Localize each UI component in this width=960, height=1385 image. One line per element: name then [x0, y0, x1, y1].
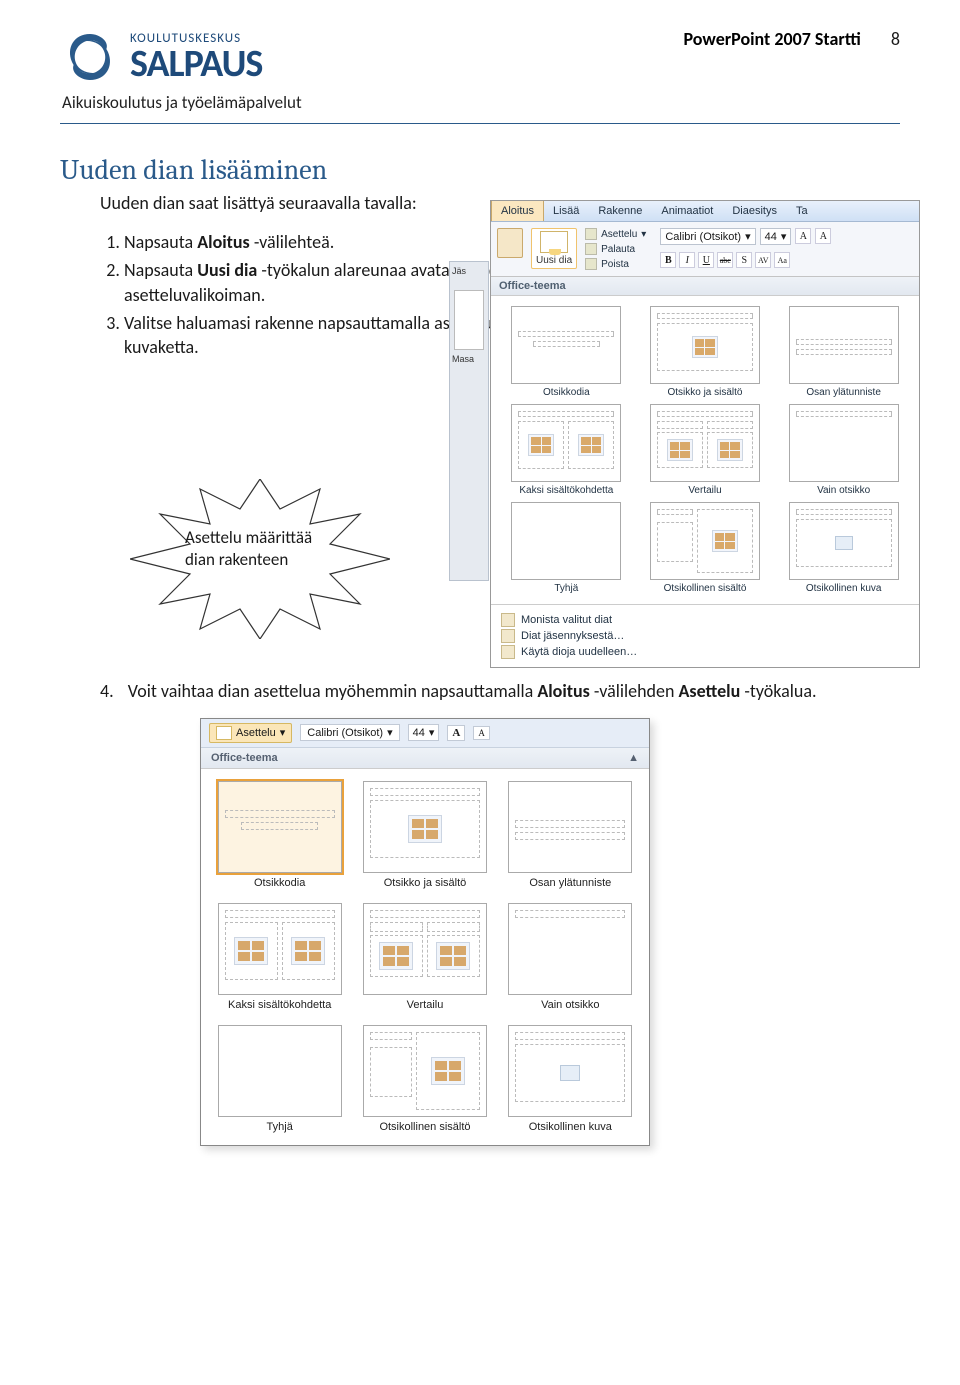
palauta-link[interactable]: Palauta — [585, 243, 646, 255]
starburst-line2: dian rakenteen — [185, 549, 288, 570]
bold-button[interactable]: B — [660, 252, 676, 268]
section-heading: Uuden dian lisääminen — [60, 154, 900, 186]
case-button[interactable]: Aa — [774, 252, 790, 268]
salpaus-swirl-icon — [60, 28, 120, 86]
duplicate-slides-link[interactable]: Monista valitut diat — [501, 613, 909, 627]
tab-animaatiot[interactable]: Animaatiot — [652, 201, 723, 221]
new-slide-icon — [540, 231, 568, 253]
tab-diaesitys[interactable]: Diaesitys — [723, 201, 787, 221]
layout-vertailu[interactable]: Vertailu — [640, 404, 771, 496]
layout-otsikko-sisalto[interactable]: Otsikko ja sisältö — [640, 306, 771, 398]
layout-osan-ylatunniste[interactable]: Osan ylätunniste — [778, 306, 909, 398]
document-title: PowerPoint 2007 Startti — [684, 28, 861, 50]
picture-icon — [560, 1065, 580, 1081]
picture-icon — [835, 536, 853, 550]
duplicate-icon — [501, 613, 515, 627]
layout-otsikollinen-sisalto[interactable]: Otsikollinen sisältö — [640, 502, 771, 594]
layout-menu-footer: Monista valitut diat Diat jäsennyksestä…… — [491, 604, 919, 667]
layout-vain-otsikko[interactable]: Vain otsikko — [504, 903, 637, 1011]
page-number: 8 — [891, 28, 900, 50]
layout-kaksi-sisaltokohdetta[interactable]: Kaksi sisältökohdetta — [501, 404, 632, 496]
italic-button[interactable]: I — [679, 252, 695, 268]
layout-otsikollinen-kuva[interactable]: Otsikollinen kuva — [504, 1025, 637, 1133]
header-divider — [60, 123, 900, 124]
strike-button[interactable]: abc — [717, 252, 733, 268]
tab-rakenne[interactable]: Rakenne — [589, 201, 652, 221]
layout-kaksi-sisaltokohdetta[interactable]: Kaksi sisältökohdetta — [213, 903, 346, 1011]
layout-tyhja[interactable]: Tyhjä — [213, 1025, 346, 1133]
slides-from-outline-link[interactable]: Diat jäsennyksestä… — [501, 629, 909, 643]
reset-icon — [585, 243, 597, 255]
asettelu-link[interactable]: Asettelu ▾ — [585, 228, 646, 240]
screenshot-asettelu-dropdown: Asettelu ▾ Calibri (Otsikot) ▾ 44 ▾ A A … — [60, 718, 650, 1146]
reuse-icon — [501, 645, 515, 659]
page-header: KOULUTUSKESKUS SALPAUS PowerPoint 2007 S… — [60, 28, 900, 86]
layout-vain-otsikko[interactable]: Vain otsikko — [778, 404, 909, 496]
layout-otsikollinen-sisalto[interactable]: Otsikollinen sisältö — [358, 1025, 491, 1133]
shadow-button[interactable]: S — [736, 252, 752, 268]
slide-thumb-mini — [454, 290, 484, 350]
step-4: 4. Voit vaihtaa dian asettelua myöhemmin… — [100, 679, 900, 703]
shrink-font-icon[interactable]: A — [473, 726, 490, 740]
size-selector[interactable]: 44 ▾ — [760, 228, 792, 245]
shrink-font-icon[interactable]: A — [815, 228, 831, 244]
layout-tyhja[interactable]: Tyhjä — [501, 502, 632, 594]
screenshot-layout-dropdown: Jäs Masa Aloitus Lisää Rakenne Animaatio… — [490, 200, 920, 668]
layout-icon — [585, 228, 597, 240]
starburst-callout: Asettelu määrittää dian rakenteen — [130, 479, 390, 639]
layout-otsikko-sisalto[interactable]: Otsikko ja sisältö — [358, 781, 491, 889]
layout-otsikkodia[interactable]: Otsikkodia — [501, 306, 632, 398]
tab-more[interactable]: Ta — [787, 201, 818, 221]
grow-font-icon[interactable]: A — [795, 228, 811, 244]
layout-osan-ylatunniste[interactable]: Osan ylätunniste — [504, 781, 637, 889]
office-theme-header: Office-teema ▲ — [201, 748, 649, 769]
asettelu-button[interactable]: Asettelu ▾ — [209, 723, 292, 743]
office-theme-header: Office-teema — [491, 277, 919, 296]
poista-link[interactable]: Poista — [585, 258, 646, 270]
ribbon: Uusi dia Asettelu ▾ Palauta Poista Calib… — [491, 222, 919, 277]
slide-tools: Asettelu ▾ Palauta Poista — [585, 228, 646, 270]
spacing-button[interactable]: AV — [755, 252, 771, 268]
size-selector[interactable]: 44 ▾ — [408, 724, 440, 741]
sub-header: Aikuiskoulutus ja työelämäpalvelut — [62, 92, 900, 113]
logo-maintext: SALPAUS — [130, 45, 262, 83]
tab-aloitus[interactable]: Aloitus — [491, 201, 544, 221]
font-selector[interactable]: Calibri (Otsikot) ▾ — [660, 228, 755, 245]
tab-lisaa[interactable]: Lisää — [544, 201, 589, 221]
delete-icon — [585, 258, 597, 270]
layout-otsikollinen-kuva[interactable]: Otsikollinen kuva — [778, 502, 909, 594]
ribbon-tabs: Aloitus Lisää Rakenne Animaatiot Diaesit… — [491, 201, 919, 222]
shot2-ribbon-strip: Asettelu ▾ Calibri (Otsikot) ▾ 44 ▾ A A — [201, 719, 649, 748]
slide-panel-strip: Jäs Masa — [449, 261, 489, 581]
logo: KOULUTUSKESKUS SALPAUS — [60, 28, 262, 86]
layout-grid: Otsikkodia Otsikko ja sisältö Osan ylätu… — [491, 296, 919, 604]
scroll-up-icon[interactable]: ▲ — [628, 752, 639, 764]
reuse-slides-link[interactable]: Käytä dioja uudelleen… — [501, 645, 909, 659]
grow-font-icon[interactable]: A — [447, 725, 465, 741]
outline-icon — [501, 629, 515, 643]
underline-button[interactable]: U — [698, 252, 714, 268]
layout-grid: Otsikkodia Otsikko ja sisältö Osan ylätu… — [201, 769, 649, 1145]
font-selector[interactable]: Calibri (Otsikot) ▾ — [300, 724, 399, 741]
starburst-line1: Asettelu määrittää — [185, 527, 312, 548]
layout-icon — [216, 726, 232, 740]
step-1: Napsauta Aloitus -välilehteä. — [124, 230, 544, 254]
clipboard-icon[interactable] — [497, 228, 523, 258]
layout-vertailu[interactable]: Vertailu — [358, 903, 491, 1011]
new-slide-button[interactable]: Uusi dia — [531, 228, 577, 269]
layout-otsikkodia[interactable]: Otsikkodia — [213, 781, 346, 889]
